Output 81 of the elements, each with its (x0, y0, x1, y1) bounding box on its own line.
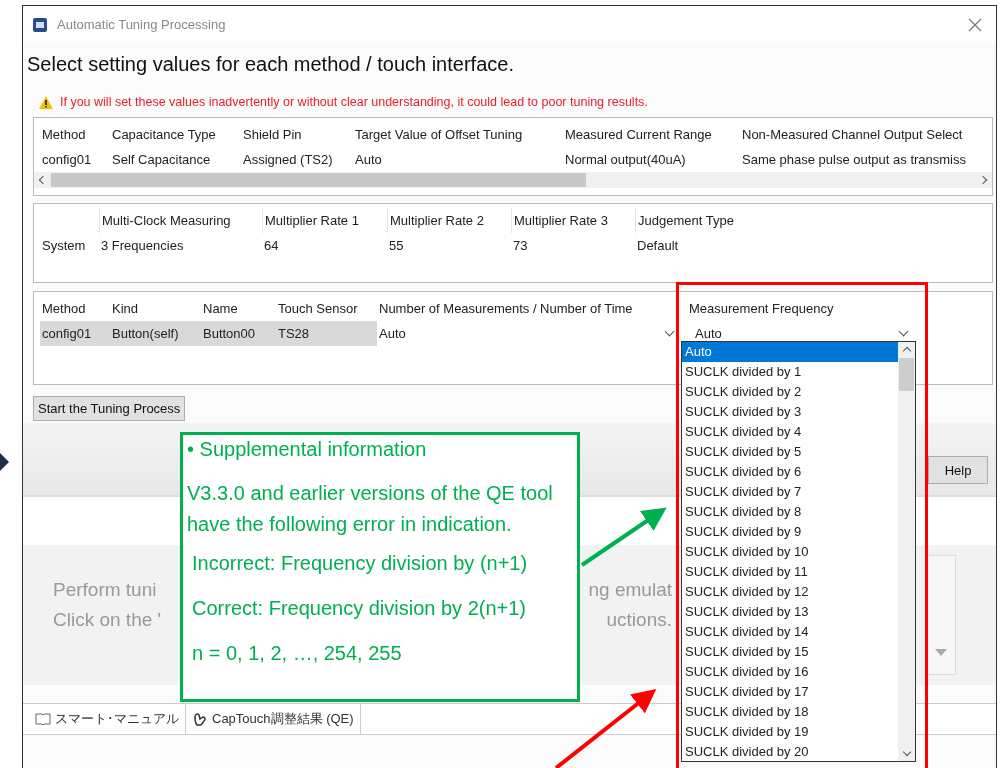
dropdown-option[interactable]: SUCLK divided by 9 (682, 522, 898, 542)
panel-tab[interactable]: CapTouch調整結果 (QE) (186, 704, 361, 734)
dropdown-option[interactable]: SUCLK divided by 16 (682, 662, 898, 682)
warning-icon (39, 95, 53, 109)
table-cell-text: 3 Frequencies (100, 237, 185, 255)
table-cell-text: 55 (388, 237, 405, 255)
column-header: Number of Measurements / Number of Time (378, 300, 634, 318)
column-header: Multiplier Rate 1 (262, 208, 387, 233)
column-header: Target Value of Offset Tuning (354, 126, 524, 144)
panel-text: Click on the ' (53, 609, 162, 631)
scrollbar-thumb[interactable] (899, 358, 914, 391)
table-cell[interactable]: Button(self) (110, 321, 201, 346)
table-cell-text: Same phase pulse output as transmiss (741, 151, 967, 169)
side-dropdown[interactable] (926, 555, 956, 675)
panel-text: uctions. (606, 609, 672, 631)
column-header: Multi-Clock Measuring (99, 208, 262, 233)
scrollbar-thumb[interactable] (51, 173, 586, 187)
app-icon (33, 17, 47, 32)
dropdown-option[interactable]: Auto (682, 342, 898, 362)
column-header: Capacitance Type (111, 126, 217, 144)
column-header: Method (41, 126, 87, 144)
table-cell-text: config01 (41, 151, 93, 169)
table-cell-text: 64 (263, 237, 280, 255)
dropdown-option[interactable]: SUCLK divided by 7 (682, 482, 898, 502)
horizontal-scrollbar[interactable] (34, 172, 992, 188)
dropdown-option[interactable]: SUCLK divided by 1 (682, 362, 898, 382)
callout-text: Correct: Frequency division by 2(n+1) (191, 596, 528, 621)
column-header: Shield Pin (242, 126, 303, 144)
dropdown-option[interactable]: SUCLK divided by 20 (682, 742, 898, 762)
column-header: Method (41, 300, 87, 318)
caret-icon (935, 649, 947, 656)
book-icon (35, 712, 51, 726)
column-header: Measurement Frequency (688, 300, 835, 318)
dropdown-option[interactable]: SUCLK divided by 19 (682, 722, 898, 742)
column-header: Measured Current Range (564, 126, 713, 144)
dropdown-option[interactable]: SUCLK divided by 3 (682, 402, 898, 422)
dropdown-option[interactable]: SUCLK divided by 12 (682, 582, 898, 602)
dialog-heading: Select setting values for each method / touch interface. (26, 52, 515, 77)
dropdown-option[interactable]: SUCLK divided by 8 (682, 502, 898, 522)
table-cell[interactable]: config01 (40, 321, 110, 346)
dropdown-option[interactable]: SUCLK divided by 5 (682, 442, 898, 462)
panel-text: Perform tuni (53, 579, 157, 601)
dropdown-option[interactable]: SUCLK divided by 14 (682, 622, 898, 642)
column-header: Judgement Type (635, 208, 835, 233)
column-header: Multiplier Rate 3 (511, 208, 635, 233)
column-header: Kind (111, 300, 140, 318)
callout-text: n = 0, 1, 2, …, 254, 255 (191, 641, 403, 666)
help-button[interactable]: Help (928, 456, 988, 484)
dropdown-option[interactable]: SUCLK divided by 11 (682, 562, 898, 582)
warning-text: If you will set these values inadvertently or without clear understanding, it could lead to poor tuning results. (60, 95, 648, 109)
column-header: Touch Sensor (277, 300, 359, 318)
panel-text: ng emulat (588, 579, 672, 601)
table-cell[interactable]: Button00 (201, 321, 276, 346)
chevron-icon (0, 453, 9, 471)
dropdown-option[interactable]: SUCLK divided by 15 (682, 642, 898, 662)
callout-text: Incorrect: Frequency division by (n+1) (191, 551, 529, 576)
callout-title: • Supplemental information (187, 438, 428, 462)
column-header: Non-Measured Channel Output Select (741, 126, 964, 144)
dropdown-option[interactable]: SUCLK divided by 13 (682, 602, 898, 622)
close-icon[interactable] (968, 17, 982, 32)
dropdown-option[interactable]: SUCLK divided by 4 (682, 422, 898, 442)
panel-tab[interactable]: スマート･マニュアル (29, 704, 186, 734)
dropdown-option[interactable]: SUCLK divided by 2 (682, 382, 898, 402)
dropdown-option[interactable]: SUCLK divided by 18 (682, 702, 898, 722)
row-header: System (41, 237, 87, 255)
dropdown-option[interactable]: SUCLK divided by 6 (682, 462, 898, 482)
table-cell-text: 73 (512, 237, 529, 255)
callout-text: V3.3.0 and earlier versions of the QE tool have the following error in indication. (187, 481, 554, 537)
column-header: Multiplier Rate 2 (387, 208, 511, 233)
window-title: Automatic Tuning Processing (57, 17, 227, 32)
table-cell-text: Default (636, 237, 680, 255)
dropdown-option[interactable]: SUCLK divided by 10 (682, 542, 898, 562)
dropdown-option[interactable]: SUCLK divided by 17 (682, 682, 898, 702)
table-cell-text: Normal output(40uA) (564, 151, 687, 169)
column-header: Name (202, 300, 239, 318)
table-cell-text: Assigned (TS2) (242, 151, 334, 169)
table-cell[interactable]: TS28 (276, 321, 377, 346)
table-cell-text: Self Capacitance (111, 151, 212, 169)
start-tuning-button[interactable]: Start the Tuning Process (33, 396, 186, 421)
table-cell-text: Auto (354, 151, 383, 169)
vertical-scrollbar[interactable] (898, 342, 915, 761)
